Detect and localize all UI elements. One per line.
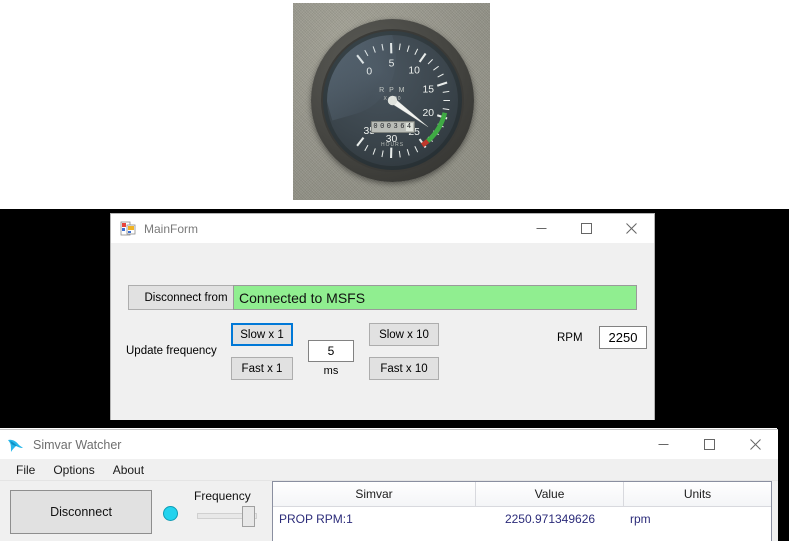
svg-text:15: 15	[423, 84, 435, 95]
winforms-icon	[120, 221, 136, 237]
screenshot-root: 05101520253035 R P M X 100 0 0 0 3	[0, 0, 789, 541]
disconnect-button[interactable]: Disconnect	[10, 490, 152, 534]
gauge-bezel-inner: 05101520253035 R P M X 100 0 0 0 3	[321, 29, 464, 172]
cell-simvar: PROP RPM:1	[273, 507, 476, 531]
column-header-value[interactable]: Value	[476, 482, 624, 506]
mainform-body: Disconnect from Connected to MSFS Update…	[111, 244, 654, 420]
watcher-window-buttons	[640, 430, 778, 459]
cell-units: rpm	[624, 507, 771, 531]
cell-value: 2250.971349626	[476, 507, 624, 531]
slow-x1-button[interactable]: Slow x 1	[231, 323, 293, 346]
menu-item-options[interactable]: Options	[44, 461, 103, 479]
interval-unit-label: ms	[308, 365, 354, 377]
interval-input[interactable]: 5	[308, 340, 354, 362]
mainform-titlebar[interactable]: MainForm	[111, 214, 654, 244]
fast-x1-button[interactable]: Fast x 1	[231, 357, 293, 380]
frequency-slider-thumb[interactable]	[242, 506, 255, 527]
gauge-unit-main: R P M	[379, 87, 406, 94]
rpm-value-field[interactable]: 2250	[599, 326, 647, 349]
hour-digit: 6	[399, 123, 406, 131]
hour-meter: 0 0 0 3 6 4	[370, 121, 414, 133]
minimize-icon[interactable]	[519, 214, 564, 244]
hour-digit: 3	[393, 123, 400, 131]
rpm-label: RPM	[557, 332, 583, 344]
gauge-dial-face: 05101520253035 R P M X 100 0 0 0 3	[327, 35, 458, 166]
gauge-unit-sub: X 100	[379, 95, 406, 103]
disconnect-from-button[interactable]: Disconnect from	[128, 285, 244, 310]
simvar-grid: Simvar Value Units PROP RPM:1 2250.97134…	[272, 481, 772, 541]
close-icon[interactable]	[732, 430, 778, 459]
mainform-window: MainForm Disconnect from Connected to MS…	[110, 213, 655, 420]
desktop-backdrop-right	[777, 428, 789, 541]
watcher-titlebar[interactable]: Simvar Watcher	[0, 430, 778, 459]
simvar-grid-header: Simvar Value Units	[273, 482, 771, 507]
fast-x10-button[interactable]: Fast x 10	[369, 357, 439, 380]
minimize-icon[interactable]	[640, 430, 686, 459]
mainform-window-buttons	[519, 214, 654, 244]
slow-x10-button[interactable]: Slow x 10	[369, 323, 439, 346]
maximize-icon[interactable]	[564, 214, 609, 244]
watcher-menubar: File Options About	[0, 459, 778, 481]
connection-led-indicator	[163, 506, 178, 521]
simvar-watcher-window: Simvar Watcher File Options About Discon…	[0, 429, 778, 541]
mainform-title: MainForm	[144, 222, 198, 236]
column-header-units[interactable]: Units	[624, 482, 771, 506]
watcher-content: Disconnect Frequency Simvar Value Units …	[0, 481, 778, 541]
frequency-label: Frequency	[194, 489, 251, 503]
hour-digit-tenths: 4	[406, 123, 413, 131]
gauge-unit-text: R P M X 100	[379, 87, 406, 103]
svg-text:20: 20	[423, 108, 435, 119]
hours-label: HOURS	[381, 142, 404, 148]
photo-region: 05101520253035 R P M X 100 0 0 0 3	[0, 0, 789, 208]
close-icon[interactable]	[609, 214, 654, 244]
maximize-icon[interactable]	[686, 430, 732, 459]
update-frequency-label: Update frequency	[126, 345, 217, 357]
gauge-bezel: 05101520253035 R P M X 100 0 0 0 3	[311, 19, 474, 182]
table-row[interactable]: PROP RPM:1 2250.971349626 rpm	[273, 507, 771, 531]
hour-digit: 0	[372, 123, 379, 131]
tachometer-gauge-photo: 05101520253035 R P M X 100 0 0 0 3	[293, 3, 490, 200]
column-header-simvar[interactable]: Simvar	[273, 482, 476, 506]
svg-text:10: 10	[408, 65, 420, 76]
watcher-title: Simvar Watcher	[33, 438, 121, 452]
hour-digit: 0	[386, 123, 393, 131]
connection-status-box: Connected to MSFS	[233, 285, 637, 310]
menu-item-file[interactable]: File	[7, 461, 44, 479]
menu-item-about[interactable]: About	[104, 461, 153, 479]
bird-icon	[7, 437, 25, 453]
hour-digit: 0	[379, 123, 386, 131]
